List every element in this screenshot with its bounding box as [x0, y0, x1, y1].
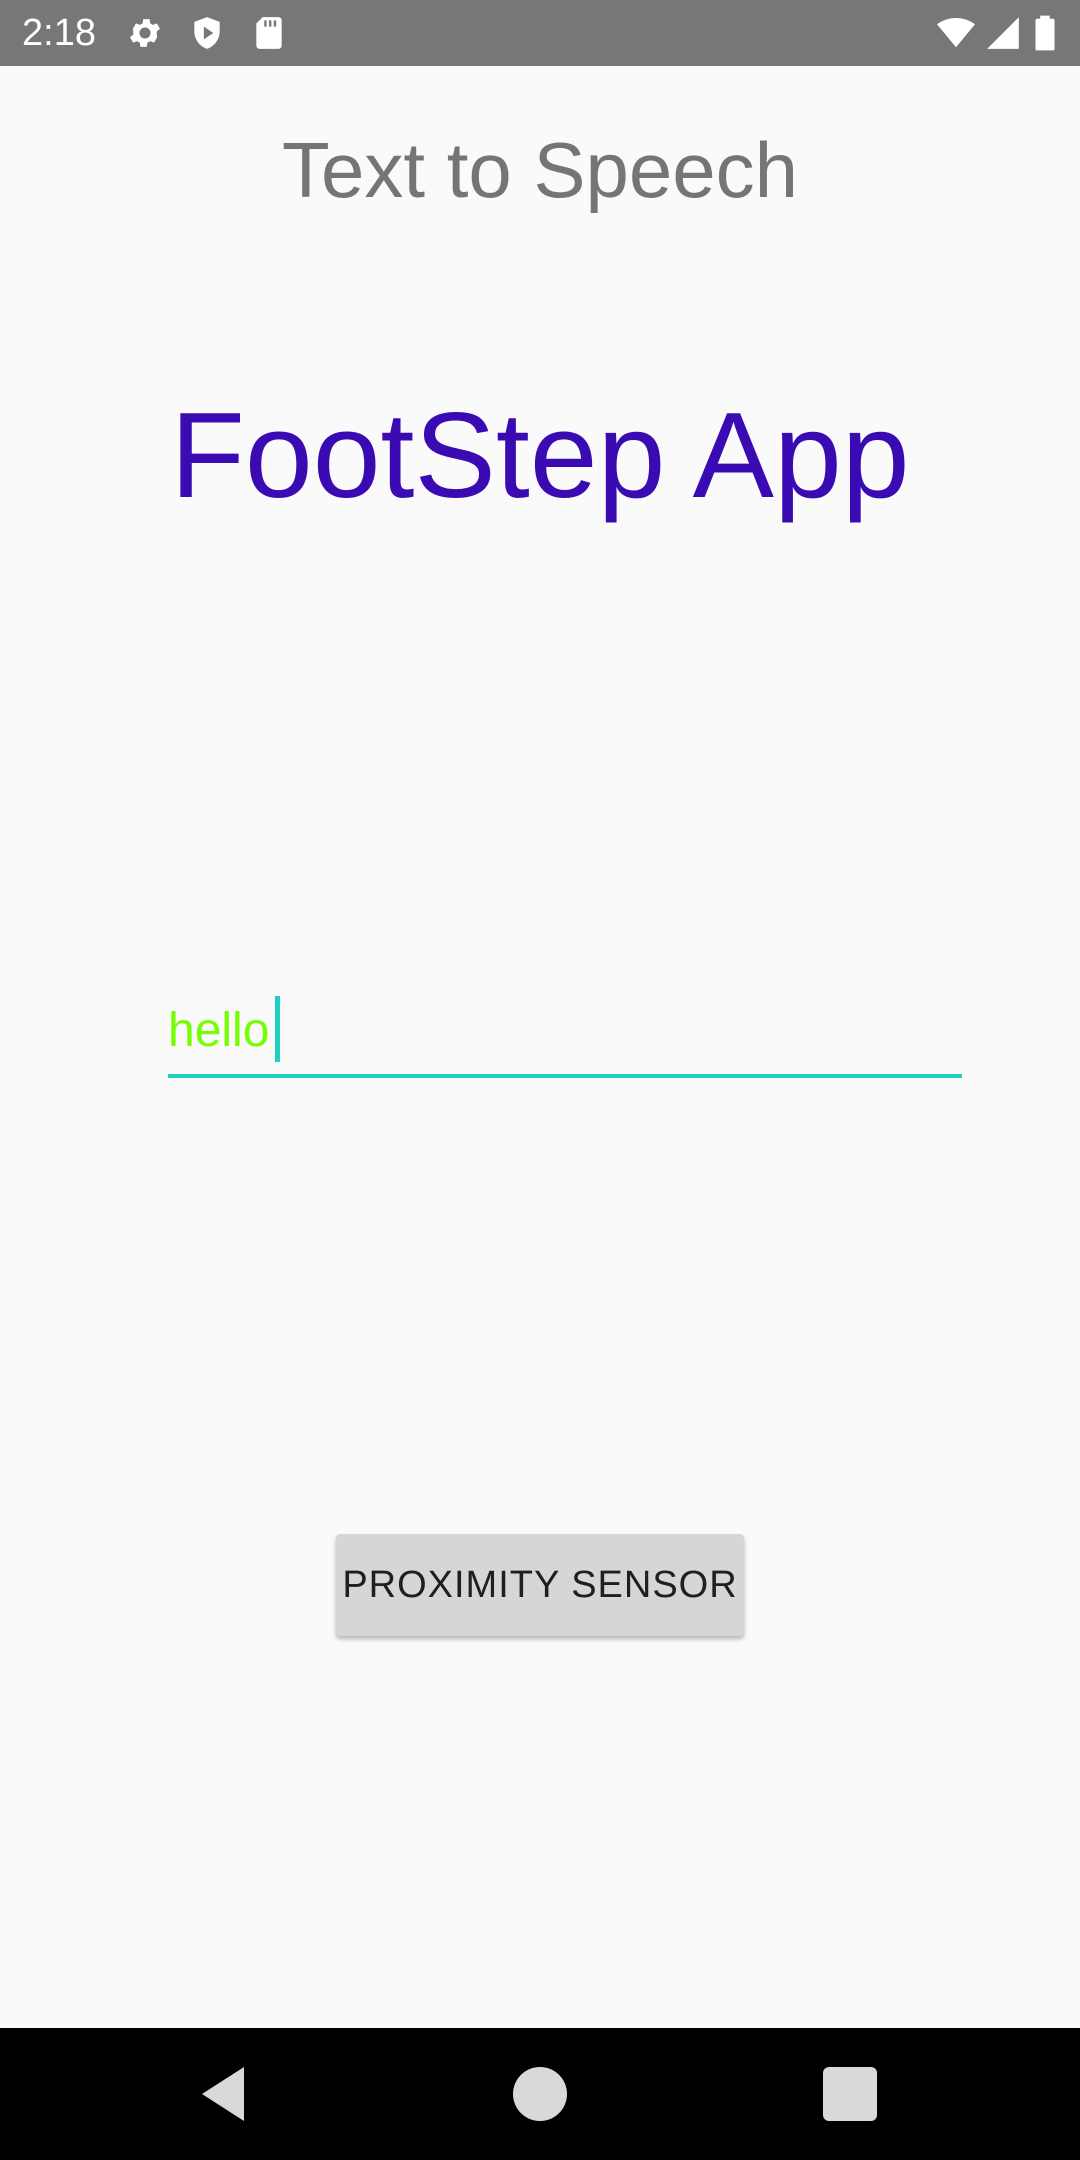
- text-input-container[interactable]: [168, 990, 962, 1078]
- status-bar: 2:18: [0, 0, 1080, 66]
- text-cursor: [275, 996, 280, 1062]
- status-time: 2:18: [22, 12, 96, 54]
- wifi-icon: [934, 14, 978, 52]
- app-title: Text to Speech: [282, 126, 798, 214]
- back-icon[interactable]: [190, 2058, 262, 2130]
- battery-icon: [1030, 14, 1060, 52]
- navigation-bar: [0, 2028, 1080, 2160]
- text-input[interactable]: [168, 990, 962, 1072]
- recents-icon[interactable]: [814, 2058, 886, 2130]
- screen: 2:18 Text to Speech FootStep App PROXIMI…: [0, 0, 1080, 2160]
- gear-icon: [126, 14, 164, 52]
- shield-icon: [188, 14, 226, 52]
- home-icon[interactable]: [504, 2058, 576, 2130]
- proximity-sensor-button[interactable]: PROXIMITY SENSOR: [336, 1534, 744, 1636]
- main-heading: FootStep App: [170, 387, 910, 523]
- sd-card-icon: [250, 14, 288, 52]
- signal-icon: [984, 14, 1022, 52]
